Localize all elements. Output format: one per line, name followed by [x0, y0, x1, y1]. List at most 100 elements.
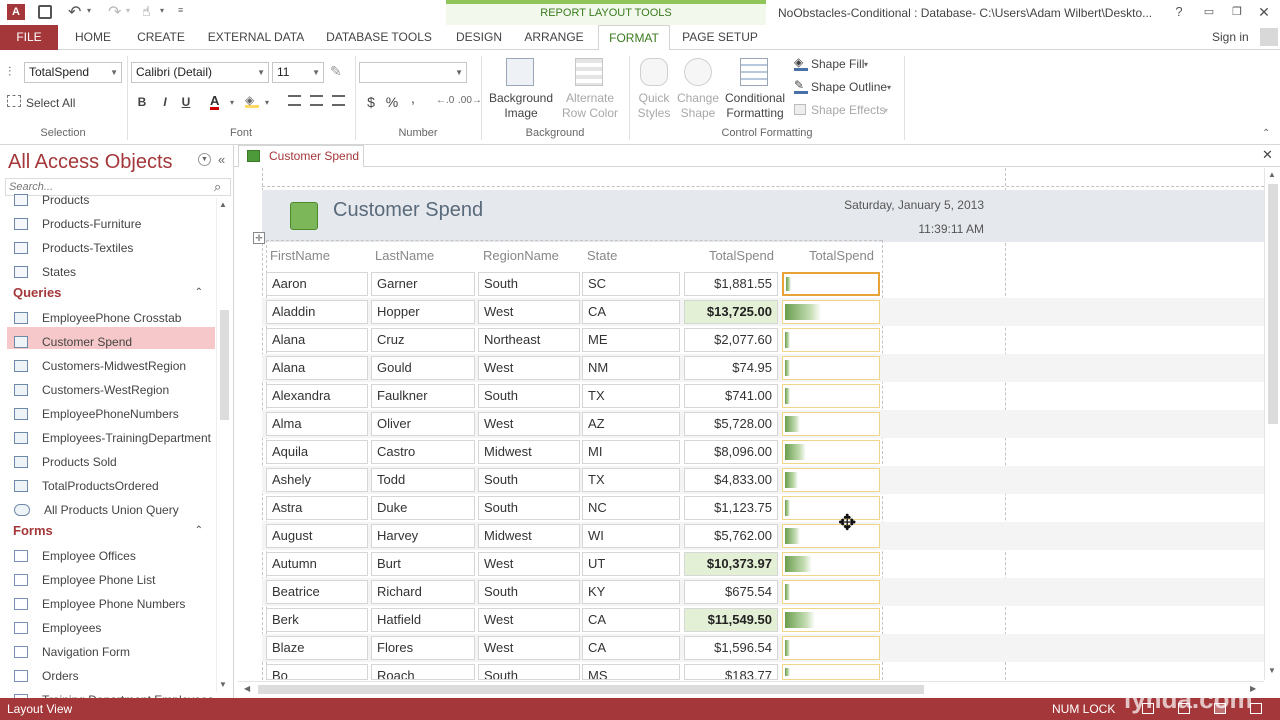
column-header-firstname[interactable]: FirstName [270, 248, 330, 264]
nav-item-table[interactable]: Products [14, 188, 214, 212]
cell-firstname[interactable]: August [266, 524, 368, 548]
cell-state[interactable]: TX [582, 384, 680, 408]
cell-firstname[interactable]: Autumn [266, 552, 368, 576]
report-logo-icon[interactable] [290, 202, 318, 230]
scroll-up-icon[interactable]: ▲ [219, 200, 227, 209]
cell-state[interactable]: WI [582, 524, 680, 548]
bold-button[interactable]: B [134, 92, 150, 112]
cell-firstname[interactable]: Beatrice [266, 580, 368, 604]
font-color-icon[interactable]: A [210, 94, 220, 110]
percent-button[interactable]: % [384, 92, 400, 112]
cell-lastname[interactable]: Castro [371, 440, 475, 464]
report-date[interactable]: Saturday, January 5, 2013 [780, 198, 984, 212]
nav-group-forms[interactable]: Forms ⌃ [13, 520, 213, 542]
tab-design[interactable]: DESIGN [450, 25, 508, 50]
data-bar-cell[interactable] [782, 440, 880, 464]
cell-lastname[interactable]: Gould [371, 356, 475, 380]
cell-lastname[interactable]: Roach [371, 664, 475, 680]
search-icon[interactable]: ⌕ [214, 179, 221, 195]
italic-button[interactable]: I [157, 92, 173, 112]
scroll-up-icon[interactable]: ▲ [1268, 170, 1276, 179]
data-bar-cell[interactable] [782, 384, 880, 408]
cell-totalspend[interactable]: $2,077.60 [684, 328, 778, 352]
cell-totalspend[interactable]: $10,373.97 [684, 552, 778, 576]
change-shape-button[interactable]: Change Shape [676, 91, 720, 121]
cell-firstname[interactable]: Aladdin [266, 300, 368, 324]
cell-totalspend[interactable]: $5,762.00 [684, 524, 778, 548]
cell-firstname[interactable]: Bo [266, 664, 368, 680]
increase-decimals-icon[interactable]: ←.0 [436, 95, 454, 106]
cell-totalspend[interactable]: $74.95 [684, 356, 778, 380]
close-icon[interactable]: ✕ [1253, 3, 1275, 21]
cell-lastname[interactable]: Cruz [371, 328, 475, 352]
nav-item-query[interactable]: Customers-WestRegion [14, 378, 214, 402]
data-bar-cell[interactable] [782, 608, 880, 632]
cell-lastname[interactable]: Hopper [371, 300, 475, 324]
data-bar-cell[interactable] [782, 496, 880, 520]
cell-state[interactable]: NM [582, 356, 680, 380]
cell-firstname[interactable]: Alana [266, 356, 368, 380]
tab-external-data[interactable]: EXTERNAL DATA [202, 25, 310, 50]
nav-item-form[interactable]: Employee Offices [14, 544, 214, 568]
restore-icon[interactable]: ❐ [1226, 3, 1248, 21]
cell-firstname[interactable]: Ashely [266, 468, 368, 492]
align-center-icon[interactable] [310, 95, 323, 106]
cell-state[interactable]: MI [582, 440, 680, 464]
cell-regionname[interactable]: West [478, 608, 580, 632]
cell-totalspend[interactable]: $675.54 [684, 580, 778, 604]
save-icon[interactable] [38, 5, 52, 19]
cell-regionname[interactable]: Midwest [478, 524, 580, 548]
nav-item-query[interactable]: TotalProductsOrdered [14, 474, 214, 498]
layout-move-handle-icon[interactable]: ✛ [253, 232, 265, 244]
cell-totalspend[interactable]: $13,725.00 [684, 300, 778, 324]
cell-totalspend[interactable]: $4,833.00 [684, 468, 778, 492]
cell-totalspend[interactable]: $8,096.00 [684, 440, 778, 464]
tab-format[interactable]: FORMAT [598, 25, 670, 51]
cell-lastname[interactable]: Harvey [371, 524, 475, 548]
collapse-nav-pane-icon[interactable]: « [218, 152, 225, 167]
nav-scrollbar[interactable]: ▲ ▼ [216, 198, 231, 692]
print-preview-icon[interactable] [1178, 703, 1190, 714]
scroll-left-icon[interactable]: ◀ [244, 684, 250, 693]
cell-totalspend[interactable]: $183.77 [684, 664, 778, 680]
cell-state[interactable]: AZ [582, 412, 680, 436]
cell-regionname[interactable]: West [478, 636, 580, 660]
cell-state[interactable]: SC [582, 272, 680, 296]
font-size-combo[interactable]: 11 ▼ [272, 62, 324, 83]
cell-firstname[interactable]: Alexandra [266, 384, 368, 408]
data-bar-cell[interactable] [782, 300, 880, 324]
cell-regionname[interactable]: West [478, 412, 580, 436]
data-bar-cell[interactable] [782, 552, 880, 576]
cell-state[interactable]: KY [582, 580, 680, 604]
shape-effects-button[interactable]: Shape Effects [811, 100, 886, 120]
nav-item-query[interactable]: Products Sold [14, 450, 214, 474]
cell-lastname[interactable]: Flores [371, 636, 475, 660]
data-bar-cell[interactable] [782, 356, 880, 380]
touch-mode-icon[interactable]: ☝ [142, 3, 151, 20]
format-painter-icon[interactable]: ✎ [330, 63, 342, 80]
column-header-totalspend-bar[interactable]: TotalSpend [784, 248, 874, 264]
cell-state[interactable]: TX [582, 468, 680, 492]
cell-regionname[interactable]: Midwest [478, 440, 580, 464]
cell-state[interactable]: NC [582, 496, 680, 520]
data-bar-cell[interactable] [782, 636, 880, 660]
redo-dropdown-icon[interactable]: ▾ [126, 6, 130, 15]
nav-item-query[interactable]: Employees-TrainingDepartment [14, 426, 214, 450]
tab-arrange[interactable]: ARRANGE [518, 25, 590, 50]
data-bar-cell[interactable] [782, 328, 880, 352]
nav-item-query[interactable]: All Products Union Query [14, 498, 214, 522]
cell-firstname[interactable]: Alana [266, 328, 368, 352]
background-image-button[interactable]: Background Image [487, 91, 555, 121]
column-header-state[interactable]: State [587, 248, 617, 264]
cell-regionname[interactable]: South [478, 272, 580, 296]
background-color-icon[interactable]: ◈ [245, 94, 259, 108]
alternate-row-color-button[interactable]: Alternate Row Color [555, 91, 625, 121]
nav-item-form[interactable]: Employees [14, 616, 214, 640]
number-format-combo[interactable]: ▼ [359, 62, 467, 83]
cell-regionname[interactable]: South [478, 384, 580, 408]
nav-item-form[interactable]: Employee Phone Numbers [14, 592, 214, 616]
currency-button[interactable]: $ [364, 92, 378, 112]
cell-lastname[interactable]: Richard [371, 580, 475, 604]
cell-firstname[interactable]: Alma [266, 412, 368, 436]
cell-regionname[interactable]: South [478, 664, 580, 680]
